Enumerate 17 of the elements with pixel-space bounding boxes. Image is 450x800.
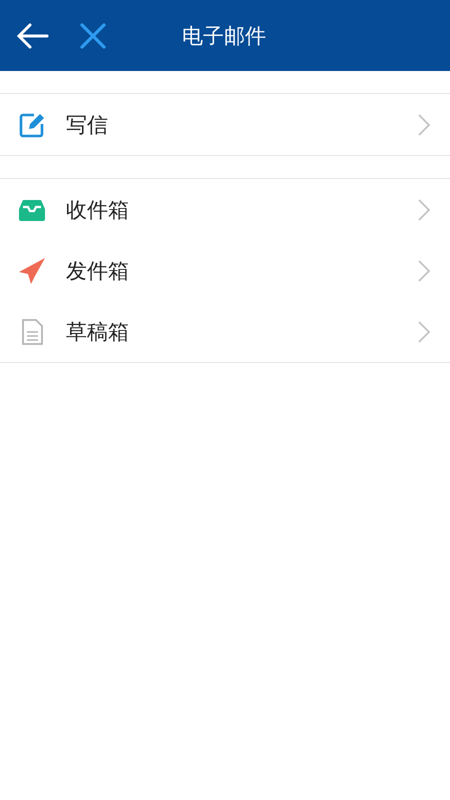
menu-item-label: 发件箱 [66, 258, 130, 284]
menu-item[interactable]: 草稿箱 [0, 301, 450, 362]
back-arrow-icon [17, 22, 49, 48]
menu-item-label: 收件箱 [66, 196, 130, 224]
page-title: 电子邮件 [182, 22, 266, 50]
menu-item[interactable]: 写信 [0, 94, 450, 155]
menu-item-label: 草稿箱 [66, 318, 130, 346]
close-icon [79, 22, 107, 50]
chevron-right-icon [418, 114, 430, 136]
chevron-right-icon [418, 198, 430, 220]
menu-item[interactable]: 发件箱 [0, 240, 450, 301]
menu-item-label: 写信 [66, 112, 109, 138]
paper-plane-icon [18, 256, 46, 284]
chevron-right-icon [418, 260, 430, 282]
chevron-right-icon [418, 320, 430, 342]
edit-icon [18, 110, 46, 138]
menu-item[interactable]: 收件箱 [0, 179, 450, 240]
